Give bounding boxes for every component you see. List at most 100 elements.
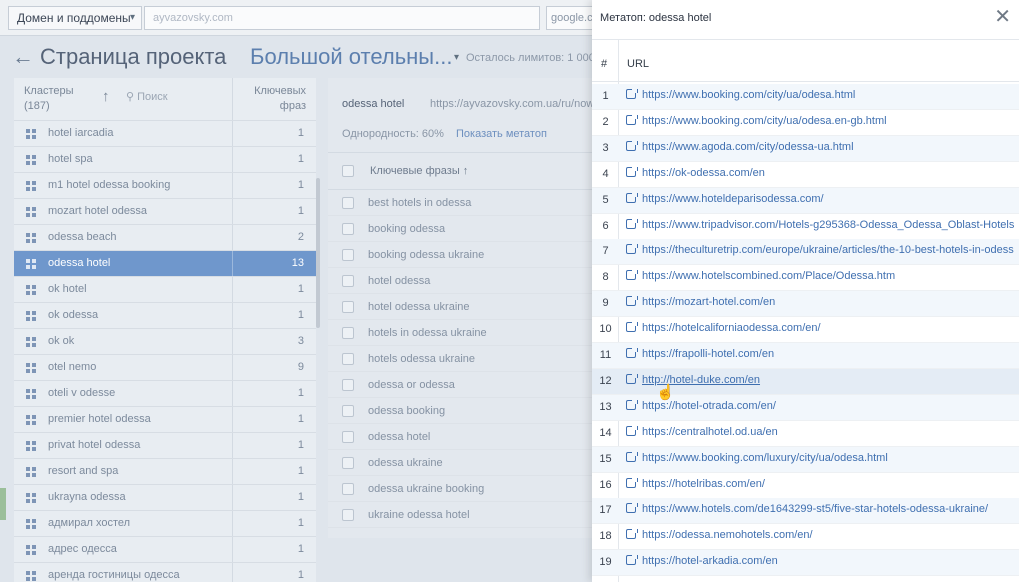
- external-link-icon: [626, 373, 638, 384]
- cluster-row[interactable]: ok ok 3: [14, 328, 316, 354]
- cluster-row[interactable]: hotel iarcadia 1: [14, 120, 316, 146]
- keyword-row[interactable]: best hotels in odessa: [328, 190, 600, 216]
- keyword-checkbox[interactable]: [342, 223, 354, 235]
- page-title: Страница проекта: [40, 44, 227, 69]
- keyword-row[interactable]: hotel odessa: [328, 268, 600, 294]
- column-header-number: #: [601, 58, 608, 70]
- external-link-icon: [626, 529, 638, 540]
- sort-arrow-icon[interactable]: ↑: [463, 165, 469, 177]
- keyword-row[interactable]: booking odessa ukraine: [328, 242, 600, 268]
- keyword-checkbox[interactable]: [342, 197, 354, 209]
- url-link[interactable]: https://centralhotel.od.ua/en: [626, 425, 1014, 438]
- metatop-row: 5 https://www.hoteldeparisodessa.com/: [592, 187, 1019, 214]
- url-text: https://centralhotel.od.ua/en: [642, 425, 778, 438]
- cluster-row[interactable]: odessa beach 2: [14, 224, 316, 250]
- url-link[interactable]: http://hotel-duke.com/en: [626, 373, 1014, 386]
- url-link[interactable]: https://www.hotelscombined.com/Place/Ode…: [626, 270, 1014, 282]
- keyword-checkbox[interactable]: [342, 509, 354, 521]
- cluster-name: адрес одесса: [48, 543, 117, 555]
- keywords-column-header[interactable]: Ключевые фразы: [370, 165, 460, 177]
- url-link[interactable]: https://www.tripadvisor.com/Hotels-g2953…: [626, 218, 1014, 231]
- cluster-keyword-count: 2: [297, 231, 304, 243]
- back-arrow-icon[interactable]: ←: [12, 44, 34, 70]
- cluster-row[interactable]: адмирал хостел 1: [14, 510, 316, 536]
- url-link[interactable]: https://theculturetrip.com/europe/ukrain…: [626, 244, 1014, 256]
- cluster-name: privat hotel odessa: [48, 439, 141, 451]
- show-metatop-link[interactable]: Показать метатоп: [456, 128, 547, 140]
- external-link-icon: [626, 114, 638, 125]
- metatop-row: 2 https://www.booking.com/city/ua/odesa.e…: [592, 110, 1019, 136]
- cluster-row[interactable]: otel nemo 9: [14, 354, 316, 380]
- keywords-table-header: Ключевые фразы ↑: [328, 152, 600, 190]
- keyword-checkbox[interactable]: [342, 457, 354, 469]
- keyword-row[interactable]: hotels odessa ukraine: [328, 346, 600, 372]
- chevron-down-icon[interactable]: ▾: [454, 52, 459, 63]
- cluster-row[interactable]: resort and spa 1: [14, 458, 316, 484]
- cluster-row[interactable]: адрес одесса 1: [14, 536, 316, 562]
- url-link[interactable]: https://frapolli-hotel.com/en: [626, 348, 1014, 360]
- url-link[interactable]: https://www.booking.com/city/ua/odesa.en…: [626, 114, 1014, 127]
- keyword-checkbox[interactable]: [342, 431, 354, 443]
- url-link[interactable]: https://hotelcaliforniaodessa.com/en/: [626, 322, 1014, 334]
- keyword-checkbox[interactable]: [342, 405, 354, 417]
- cluster-row[interactable]: ukrayna odessa 1: [14, 484, 316, 510]
- cluster-keyword-count: 9: [297, 361, 304, 373]
- cluster-row[interactable]: m1 hotel odessa booking 1: [14, 172, 316, 198]
- keyword-row[interactable]: hotels in odessa ukraine: [328, 320, 600, 346]
- keyword-row[interactable]: odessa booking: [328, 398, 600, 424]
- cluster-row[interactable]: oteli v odesse 1: [14, 380, 316, 406]
- project-name-dropdown[interactable]: Большой отельны...: [250, 44, 452, 70]
- url-link[interactable]: https://www.hotels.com/de1643299-st5/fiv…: [626, 503, 1014, 515]
- keyword-checkbox[interactable]: [342, 327, 354, 339]
- cluster-name: otel nemo: [48, 361, 97, 373]
- select-all-checkbox[interactable]: [342, 165, 354, 177]
- url-link[interactable]: https://hotel-otrada.com/en/: [626, 399, 1014, 412]
- keyword-checkbox[interactable]: [342, 249, 354, 261]
- domain-scope-select[interactable]: Домен и поддомены ▾: [8, 6, 142, 30]
- domain-input[interactable]: ayvazovsky.com: [144, 6, 540, 30]
- scrollbar[interactable]: [316, 178, 320, 328]
- sort-arrow-icon[interactable]: ↑: [102, 88, 110, 105]
- keyword-row[interactable]: odessa ukraine booking: [328, 476, 600, 502]
- keyword-checkbox[interactable]: [342, 353, 354, 365]
- url-link[interactable]: https://www.booking.com/city/ua/odesa.ht…: [626, 89, 1014, 101]
- url-link[interactable]: https://hotel-arkadia.com/en: [626, 555, 1014, 567]
- grid-icon: [26, 337, 36, 347]
- metatop-row: 18 https://odessa.nemohotels.com/en/: [592, 524, 1019, 551]
- keyword-row[interactable]: odessa or odessa: [328, 372, 600, 398]
- keyword-row[interactable]: hotel odessa ukraine: [328, 294, 600, 320]
- row-number: 6: [602, 219, 609, 232]
- keywords-header-line2: фраз: [279, 100, 306, 112]
- external-link-icon: [626, 89, 638, 99]
- cluster-name: аренда гостиницы одесса: [48, 569, 180, 581]
- url-link[interactable]: https://mozart-hotel.com/en: [626, 296, 1014, 308]
- keyword-row[interactable]: odessa ukraine: [328, 450, 600, 476]
- cluster-search[interactable]: ⚲ Поиск: [126, 90, 168, 103]
- url-link[interactable]: https://hotelribas.com/en/: [626, 477, 1014, 490]
- cluster-row[interactable]: аренда гостиницы одесса 1: [14, 562, 316, 582]
- cluster-row[interactable]: mozart hotel odessa 1: [14, 198, 316, 224]
- keyword-row[interactable]: ukraine odessa hotel: [328, 502, 600, 528]
- cluster-row[interactable]: ok hotel 1: [14, 276, 316, 302]
- url-link[interactable]: https://www.booking.com/luxury/city/ua/o…: [626, 451, 1014, 464]
- metatop-row: 7 https://theculturetrip.com/europe/ukrai…: [592, 239, 1019, 266]
- external-link-icon: [626, 425, 638, 436]
- keyword-row[interactable]: odessa hotel: [328, 424, 600, 450]
- keyword-checkbox[interactable]: [342, 275, 354, 287]
- cluster-url-link[interactable]: https://ayvazovsky.com.ua/ru/now...: [430, 98, 600, 110]
- cluster-row[interactable]: odessa hotel 13: [14, 250, 316, 277]
- url-link[interactable]: https://odessa.nemohotels.com/en/: [626, 529, 1014, 541]
- close-icon[interactable]: ✕: [994, 7, 1011, 27]
- url-link[interactable]: https://www.hoteldeparisodessa.com/: [626, 192, 1014, 205]
- keyword-row[interactable]: booking odessa: [328, 216, 600, 242]
- cluster-row[interactable]: ok odessa 1: [14, 302, 316, 328]
- cluster-row[interactable]: privat hotel odessa 1: [14, 432, 316, 458]
- cluster-row[interactable]: hotel spa 1: [14, 146, 316, 172]
- url-link[interactable]: https://ok-odessa.com/en: [626, 166, 1014, 179]
- url-link[interactable]: https://www.agoda.com/city/odessa-ua.htm…: [626, 140, 1014, 153]
- keyword-checkbox[interactable]: [342, 301, 354, 313]
- keyword-checkbox[interactable]: [342, 483, 354, 495]
- metatop-row: 15 https://www.booking.com/luxury/city/ua…: [592, 446, 1019, 473]
- cluster-row[interactable]: premier hotel odessa 1: [14, 406, 316, 432]
- keyword-checkbox[interactable]: [342, 379, 354, 391]
